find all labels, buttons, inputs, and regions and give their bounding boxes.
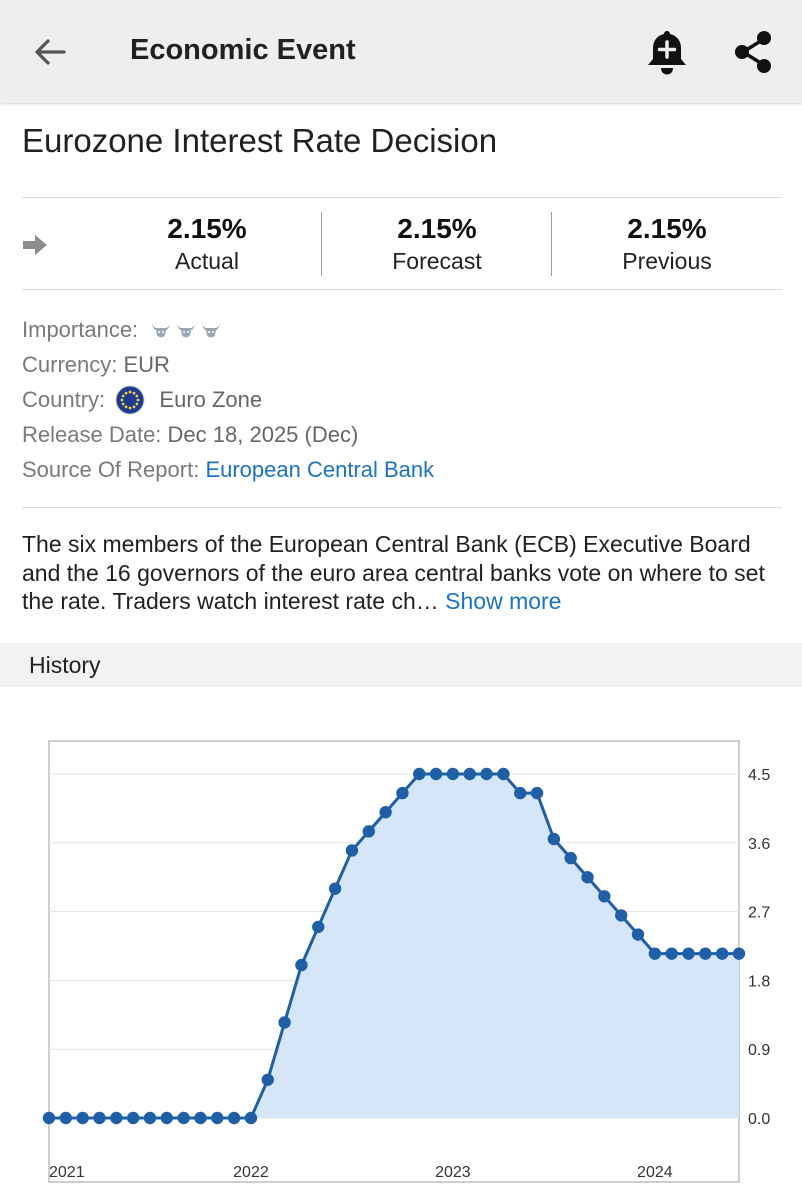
actual-value: 2.15% — [167, 213, 247, 244]
data-point[interactable] — [497, 767, 510, 781]
divider — [22, 507, 782, 508]
importance-label: Importance: — [22, 317, 139, 342]
importance-rating — [144, 317, 225, 342]
show-more-link[interactable]: Show more — [445, 588, 561, 614]
data-point[interactable] — [261, 1073, 274, 1086]
x-tick-label: 2024 — [637, 1164, 673, 1181]
y-tick-label: 4.5 — [748, 767, 770, 784]
forecast-column: 2.15% Forecast — [322, 212, 552, 276]
data-point[interactable] — [93, 1111, 106, 1125]
release-date-row: Release Date: Dec 18, 2025 (Dec) — [22, 417, 434, 452]
y-tick-label: 0.9 — [748, 1042, 770, 1059]
app-bar: Economic Event — [0, 0, 802, 103]
data-point[interactable] — [699, 947, 712, 960]
country-value: Euro Zone — [159, 387, 263, 412]
data-point[interactable] — [295, 958, 308, 972]
page-title: Economic Event — [130, 34, 356, 66]
share-icon[interactable] — [730, 28, 776, 76]
data-point[interactable] — [379, 806, 392, 819]
actual-column: 2.15% Actual — [92, 212, 322, 276]
arrow-back-icon[interactable] — [30, 32, 70, 72]
data-point[interactable] — [42, 1111, 56, 1125]
data-point[interactable] — [312, 920, 325, 934]
data-point[interactable] — [598, 890, 611, 903]
data-point[interactable] — [396, 786, 409, 800]
y-tick-label: 3.6 — [748, 836, 770, 853]
data-point[interactable] — [732, 947, 746, 960]
data-point[interactable] — [76, 1111, 89, 1125]
event-description: The six members of the European Central … — [22, 530, 782, 616]
data-point[interactable] — [631, 928, 645, 941]
currency-value: EUR — [123, 352, 170, 377]
country-row: Country: Euro Zone — [22, 382, 434, 417]
source-row: Source Of Report: European Central Bank — [22, 452, 434, 487]
history-chart[interactable]: 0.0 0.9 1.8 2.7 3.6 4.5 2021 2022 2023 2024 — [0, 720, 802, 1190]
data-point[interactable] — [581, 871, 594, 884]
x-tick-label: 2023 — [435, 1164, 471, 1181]
eu-flag-icon — [115, 385, 145, 415]
data-point[interactable] — [160, 1111, 174, 1125]
release-date-label: Release Date: — [22, 422, 162, 447]
data-point[interactable] — [227, 1111, 241, 1125]
data-point[interactable] — [59, 1111, 73, 1125]
data-point[interactable] — [514, 786, 527, 800]
data-point[interactable] — [665, 947, 678, 960]
importance-row: Importance: — [22, 312, 434, 347]
data-point[interactable] — [648, 947, 662, 960]
data-point[interactable] — [328, 882, 342, 895]
data-point[interactable] — [547, 832, 561, 846]
data-point[interactable] — [564, 851, 577, 865]
x-tick-label: 2022 — [233, 1164, 269, 1181]
source-link[interactable]: European Central Bank — [205, 457, 434, 482]
currency-label: Currency: — [22, 352, 118, 377]
y-tick-label: 0.0 — [748, 1111, 770, 1128]
data-point[interactable] — [463, 767, 476, 781]
data-point[interactable] — [480, 767, 493, 781]
previous-label: Previous — [622, 248, 712, 274]
bull-icon — [202, 323, 221, 338]
data-point[interactable] — [278, 1016, 291, 1029]
data-point[interactable] — [614, 909, 628, 922]
data-point[interactable] — [715, 947, 729, 960]
data-point[interactable] — [429, 767, 443, 781]
data-point[interactable] — [194, 1111, 207, 1125]
data-point[interactable] — [682, 947, 695, 960]
data-point[interactable] — [110, 1111, 123, 1125]
data-point[interactable] — [244, 1111, 258, 1125]
arrow-right-icon — [23, 235, 47, 255]
source-label: Source Of Report: — [22, 457, 200, 482]
forecast-value: 2.15% — [397, 213, 477, 244]
forecast-label: Forecast — [392, 248, 482, 274]
previous-column: 2.15% Previous — [552, 212, 782, 276]
bell-plus-icon[interactable] — [644, 27, 690, 77]
history-label: History — [29, 652, 101, 678]
actual-label: Actual — [175, 248, 239, 274]
event-title: Eurozone Interest Rate Decision — [22, 122, 498, 159]
data-point[interactable] — [126, 1111, 140, 1125]
bull-icon — [152, 323, 171, 338]
y-tick-label: 1.8 — [748, 973, 770, 990]
x-tick-label: 2021 — [49, 1164, 85, 1181]
bull-icon — [177, 323, 196, 338]
data-point[interactable] — [530, 786, 544, 800]
data-point[interactable] — [177, 1111, 190, 1125]
country-label: Country: — [22, 387, 106, 412]
data-point[interactable] — [211, 1111, 224, 1125]
description-text: The six members of the European Central … — [22, 531, 765, 614]
release-date-value: Dec 18, 2025 (Dec) — [167, 422, 359, 447]
data-point[interactable] — [446, 767, 460, 781]
data-point[interactable] — [413, 767, 426, 781]
history-section-header: History — [0, 643, 802, 687]
values-row: 2.15% Actual 2.15% Forecast 2.15% Previo… — [22, 198, 782, 290]
data-point[interactable] — [345, 844, 359, 857]
data-point[interactable] — [362, 825, 375, 838]
divider — [22, 289, 782, 290]
data-point[interactable] — [143, 1111, 157, 1125]
previous-value: 2.15% — [627, 213, 707, 244]
currency-row: Currency: EUR — [22, 347, 434, 382]
event-info: Importance: Currency: EUR Country: Euro … — [22, 312, 434, 487]
y-tick-label: 2.7 — [748, 905, 770, 922]
